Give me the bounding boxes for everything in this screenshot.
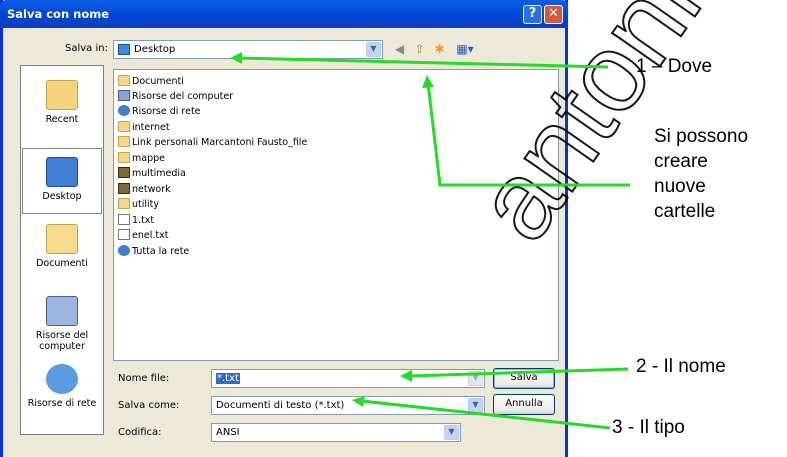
annotation-new-folders-2: creare	[654, 151, 708, 172]
annotation-type: 3 - Il tipo	[612, 417, 685, 438]
arrowhead-type	[352, 396, 365, 407]
arrow-type	[361, 399, 611, 430]
arrowhead-name	[400, 370, 412, 382]
arrow-name	[409, 367, 629, 378]
arrowhead-new-folders	[422, 75, 434, 88]
annotation-name: 2 - Il nome	[636, 356, 726, 377]
annotation-new-folders-4: cartelle	[654, 201, 716, 222]
arrow-where	[239, 56, 609, 69]
annotation-new-folders-3: nuove	[654, 176, 706, 197]
arrow-new-folders	[426, 82, 630, 187]
arrowhead-where	[230, 52, 242, 64]
annotation-where: 1 – Dove	[636, 56, 713, 77]
annotation-new-folders-1: Si possono	[654, 126, 749, 147]
